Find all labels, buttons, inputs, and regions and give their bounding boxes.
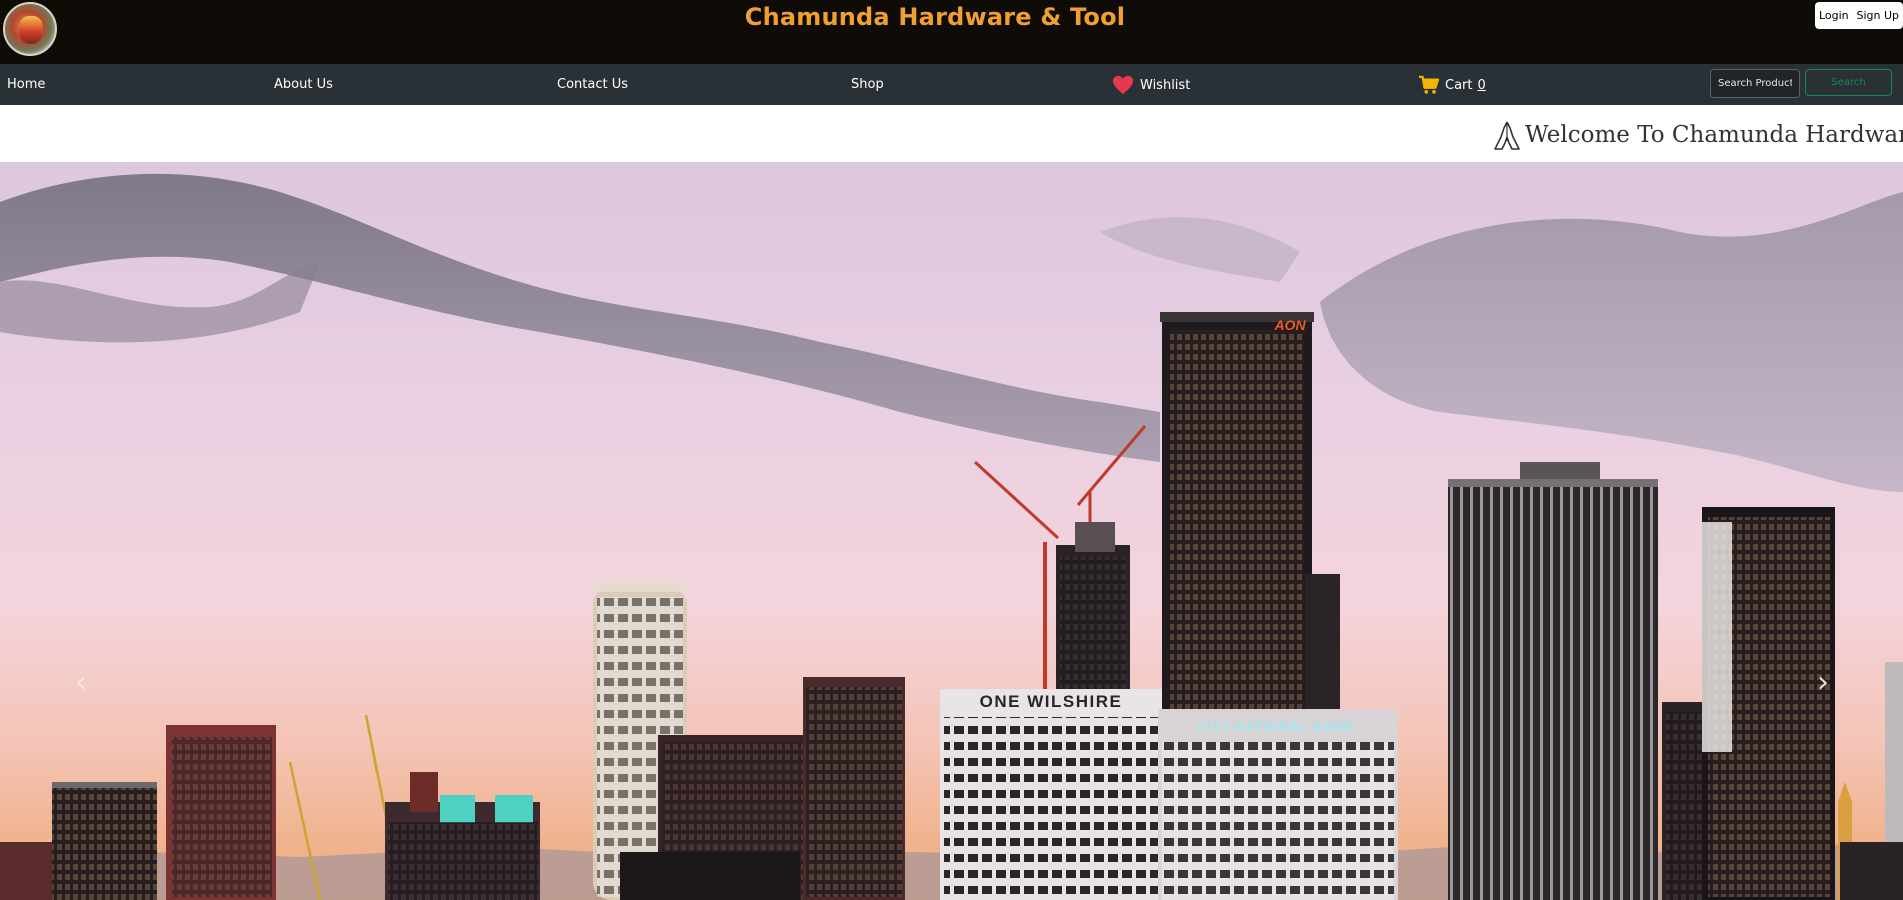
signup-link[interactable]: Sign Up (1857, 9, 1900, 22)
site-title: Chamunda Hardware & Tool (744, 3, 1126, 31)
hero-carousel: ONE WILSHIRE AON CITY NATIONAL BANK ‹ › (0, 162, 1903, 900)
nav-shop[interactable]: Shop (851, 77, 884, 92)
marquee-text: Welcome To Chamunda Hardware & (1525, 122, 1903, 148)
auth-box: Login Sign Up (1815, 2, 1903, 29)
nav-contact-us[interactable]: Contact Us (557, 77, 628, 92)
chevron-right-icon: › (1817, 664, 1829, 700)
top-header: Chamunda Hardware & Tool Login Sign Up (0, 0, 1903, 64)
heart-icon (1113, 75, 1133, 95)
nav-wishlist[interactable]: Wishlist (1112, 75, 1190, 95)
marquee-content: Welcome To Chamunda Hardware & (1493, 119, 1903, 151)
nav-about-us[interactable]: About Us (274, 77, 333, 92)
cart-icon (1419, 75, 1440, 94)
nav-home[interactable]: Home (7, 77, 45, 92)
search-input[interactable] (1710, 69, 1800, 98)
praying-hands-icon (1494, 121, 1520, 150)
sign-one-wilshire: ONE WILSHIRE (980, 692, 1123, 711)
wishlist-label: Wishlist (1140, 77, 1191, 93)
sign-aon: AON (1273, 317, 1306, 333)
cart-count: 0 (1477, 77, 1486, 93)
sign-city-national-bank: CITY NATIONAL BANK (1197, 719, 1355, 734)
cart-label: Cart (1445, 77, 1473, 93)
search-button[interactable]: Search (1805, 69, 1892, 96)
nav-cart[interactable]: Cart 0 (1418, 75, 1486, 95)
login-link[interactable]: Login (1819, 9, 1849, 22)
chevron-left-icon: ‹ (75, 664, 87, 700)
carousel-next-button[interactable]: › (1808, 662, 1838, 702)
carousel-prev-button[interactable]: ‹ (66, 662, 96, 702)
main-navbar: Home About Us Contact Us Shop Wishlist C… (0, 64, 1903, 105)
city-skyline-image: ONE WILSHIRE AON CITY NATIONAL BANK (0, 173, 1903, 900)
welcome-marquee: Welcome To Chamunda Hardware & (0, 105, 1903, 162)
